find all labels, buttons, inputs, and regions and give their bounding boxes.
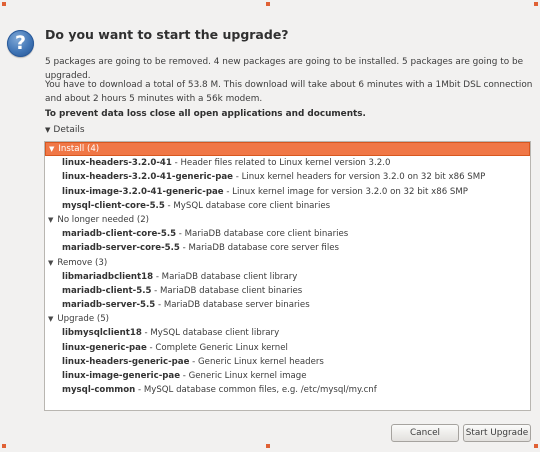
package-name: linux-headers-3.2.0-41 bbox=[62, 158, 172, 169]
package-row[interactable]: mariadb-server-5.5 - MariaDB database se… bbox=[45, 298, 530, 312]
package-description: - MySQL database client library bbox=[141, 328, 280, 339]
package-description: - Linux kernel headers for version 3.2.0… bbox=[233, 172, 486, 183]
package-name: libmariadbclient18 bbox=[62, 271, 154, 282]
category-row[interactable]: ▼ No longer needed (2) bbox=[45, 213, 530, 227]
upgrade-dialog: ? Do you want to start the upgrade? 5 pa… bbox=[0, 0, 540, 452]
expander-triangle-icon: ▼ bbox=[45, 126, 51, 134]
package-description: - Generic Linux kernel image bbox=[180, 371, 307, 381]
package-row[interactable]: linux-generic-pae - Complete Generic Lin… bbox=[45, 341, 530, 355]
package-description: - MariaDB database client binaries bbox=[151, 285, 303, 296]
package-description: - MariaDB database core client binaries bbox=[176, 229, 349, 240]
package-description: - Complete Generic Linux kernel bbox=[146, 342, 288, 353]
package-row[interactable]: mariadb-client-core-5.5 - MariaDB databa… bbox=[45, 227, 530, 241]
package-description: - Linux kernel image for version 3.2.0 o… bbox=[223, 186, 468, 197]
package-description: - MySQL database common files, e.g. /etc… bbox=[135, 385, 377, 396]
cancel-button[interactable]: Cancel bbox=[391, 424, 459, 442]
package-name: mysql-common bbox=[62, 385, 136, 396]
dialog-title: Do you want to start the upgrade? bbox=[45, 27, 289, 42]
expander-triangle-icon[interactable]: ▼ bbox=[48, 312, 53, 326]
package-description: - MariaDB database core server files bbox=[179, 243, 339, 254]
corner-marker bbox=[534, 444, 538, 448]
package-name: libmysqlclient18 bbox=[62, 328, 142, 339]
question-icon: ? bbox=[7, 30, 34, 57]
package-name: linux-headers-generic-pae bbox=[62, 356, 190, 367]
package-row[interactable]: mariadb-server-core-5.5 - MariaDB databa… bbox=[45, 241, 530, 255]
corner-marker bbox=[2, 444, 6, 448]
package-row[interactable]: libmysqlclient18 - MySQL database client… bbox=[45, 326, 530, 340]
corner-marker bbox=[534, 2, 538, 6]
package-row[interactable]: linux-headers-3.2.0-41 - Header files re… bbox=[45, 156, 530, 170]
category-label: No longer needed (2) bbox=[57, 215, 150, 226]
edge-marker bbox=[266, 444, 270, 448]
category-row[interactable]: ▼ Remove (3) bbox=[45, 256, 530, 270]
package-row[interactable]: linux-headers-generic-pae - Generic Linu… bbox=[45, 355, 530, 369]
package-row[interactable]: mysql-common - MySQL database common fil… bbox=[45, 383, 530, 397]
download-text: You have to download a total of 53.8 M. … bbox=[45, 80, 533, 104]
start-upgrade-button[interactable]: Start Upgrade bbox=[463, 424, 531, 442]
package-row[interactable]: mysql-client-core-5.5 - MySQL database c… bbox=[45, 199, 530, 213]
expander-triangle-icon[interactable]: ▼ bbox=[49, 142, 54, 156]
package-name: mariadb-server-5.5 bbox=[62, 300, 156, 311]
package-description: - Generic Linux kernel headers bbox=[189, 356, 324, 367]
expander-triangle-icon[interactable]: ▼ bbox=[48, 256, 53, 270]
package-name: linux-generic-pae bbox=[62, 342, 147, 353]
details-expander[interactable]: ▼ Details bbox=[45, 125, 85, 135]
edge-marker bbox=[266, 2, 270, 6]
package-description: - MariaDB database server binaries bbox=[155, 300, 310, 311]
package-row[interactable]: linux-image-3.2.0-41-generic-pae - Linux… bbox=[45, 185, 530, 199]
package-row[interactable]: mariadb-client-5.5 - MariaDB database cl… bbox=[45, 284, 530, 298]
package-description: - MariaDB database client library bbox=[153, 271, 298, 282]
category-label: Remove (3) bbox=[57, 257, 108, 268]
package-tree-view[interactable]: ▼ Install (4) linux-headers-3.2.0-41 - Hea… bbox=[44, 141, 531, 411]
package-name: linux-image-generic-pae bbox=[62, 371, 181, 381]
details-label: Details bbox=[53, 125, 85, 135]
package-row[interactable]: libmariadbclient18 - MariaDB database cl… bbox=[45, 270, 530, 284]
package-row[interactable]: linux-image-generic-pae - Generic Linux … bbox=[45, 369, 530, 383]
package-name: mariadb-client-5.5 bbox=[62, 285, 152, 296]
expander-triangle-icon[interactable]: ▼ bbox=[48, 213, 53, 227]
category-label: Install (4) bbox=[58, 144, 100, 155]
package-name: mysql-client-core-5.5 bbox=[62, 200, 165, 211]
package-name: linux-headers-3.2.0-41-generic-pae bbox=[62, 172, 233, 183]
package-name: mariadb-client-core-5.5 bbox=[62, 229, 177, 240]
corner-marker bbox=[2, 2, 6, 6]
category-label: Upgrade (5) bbox=[57, 314, 110, 325]
package-name: mariadb-server-core-5.5 bbox=[62, 243, 180, 254]
category-row[interactable]: ▼ Install (4) bbox=[45, 142, 530, 157]
package-row[interactable]: linux-headers-3.2.0-41-generic-pae - Lin… bbox=[45, 170, 530, 184]
category-row[interactable]: ▼ Upgrade (5) bbox=[45, 312, 530, 326]
package-name: linux-image-3.2.0-41-generic-pae bbox=[62, 186, 224, 197]
package-description: - Header files related to Linux kernel v… bbox=[171, 158, 391, 169]
warning-text: To prevent data loss close all open appl… bbox=[45, 109, 366, 119]
package-description: - MySQL database core client binaries bbox=[164, 200, 331, 211]
